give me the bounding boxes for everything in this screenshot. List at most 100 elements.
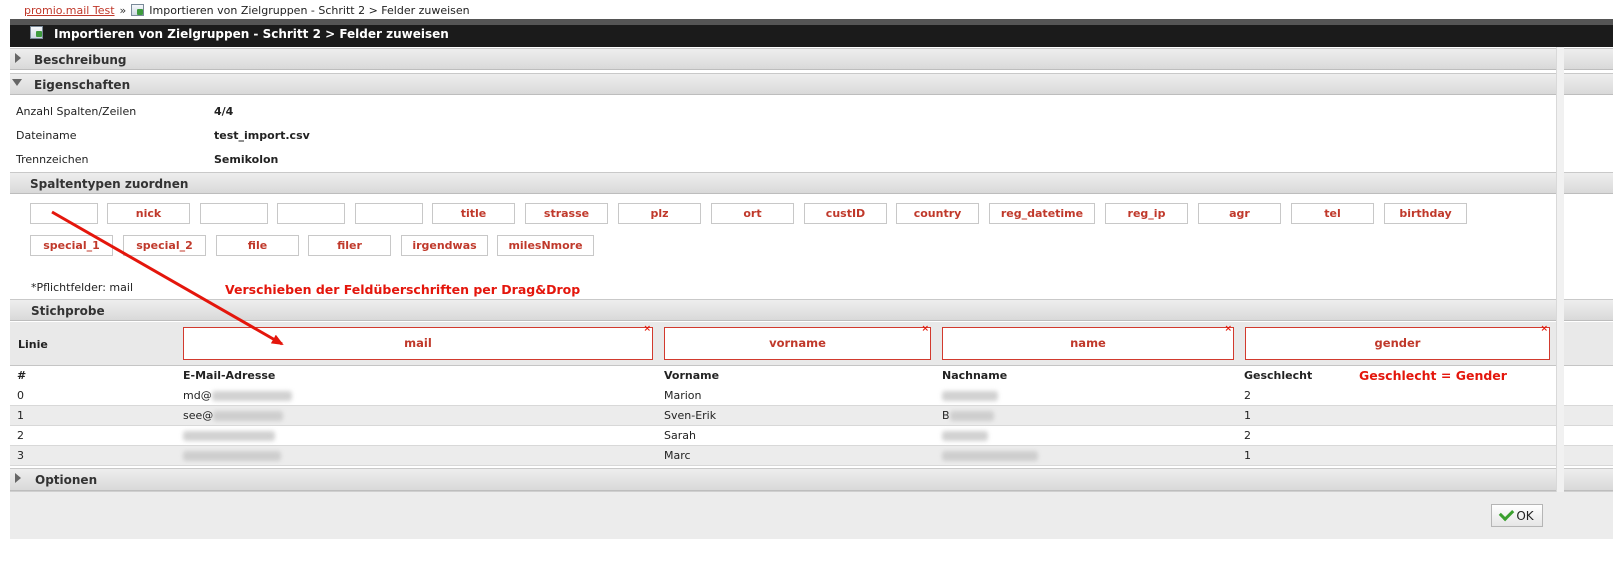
email-cell: see@ xyxy=(183,409,284,422)
column-type-chip[interactable]: irgendwas xyxy=(401,235,488,256)
mapped-field-mail[interactable]: mail × xyxy=(183,324,653,360)
property-value: 4/4 xyxy=(214,105,234,118)
section-eigenschaften[interactable]: Eigenschaften xyxy=(10,73,1613,95)
section-optionen-label: Optionen xyxy=(35,473,98,487)
expand-arrow-icon[interactable] xyxy=(15,473,21,483)
column-type-chip[interactable] xyxy=(277,203,345,224)
remove-field-icon[interactable]: × xyxy=(921,319,929,339)
table-row: 0 md@ Marion 2 xyxy=(10,386,1613,406)
column-header: Nachname xyxy=(942,369,1008,382)
title-bar-strip xyxy=(10,19,1613,25)
column-type-chip[interactable]: milesNmore xyxy=(497,235,594,256)
section-optionen[interactable]: Optionen xyxy=(10,468,1613,491)
email-cell: md@ xyxy=(183,389,292,402)
mapped-field-gender[interactable]: gender × xyxy=(1245,324,1550,360)
last-name-cell xyxy=(942,449,1038,462)
remove-field-icon[interactable]: × xyxy=(1224,319,1232,339)
first-name-cell: Marion xyxy=(664,389,702,402)
column-type-chip[interactable] xyxy=(355,203,423,224)
last-name-cell: B xyxy=(942,409,994,422)
redacted-blur xyxy=(213,411,284,421)
column-type-chip[interactable]: strasse xyxy=(525,203,608,224)
gender-cell: 2 xyxy=(1244,389,1251,402)
section-spaltentypen: Spaltentypen zuordnen xyxy=(10,172,1613,194)
property-value: Semikolon xyxy=(214,153,279,166)
breadcrumb-home-link[interactable]: promio.mail Test xyxy=(24,4,115,17)
mapped-field-vorname[interactable]: vorname × xyxy=(664,324,931,360)
ok-button-label: OK xyxy=(1516,508,1534,523)
collapse-arrow-icon[interactable] xyxy=(12,79,22,86)
row-index: 0 xyxy=(17,389,24,402)
property-label: Anzahl Spalten/Zeilen xyxy=(16,105,137,118)
section-eigenschaften-label: Eigenschaften xyxy=(34,78,131,92)
remove-field-icon[interactable]: × xyxy=(1540,319,1548,339)
column-type-chip[interactable]: file xyxy=(216,235,299,256)
remove-field-icon[interactable]: × xyxy=(643,319,651,339)
table-row: 2 Sarah 2 xyxy=(10,426,1613,446)
column-type-chip[interactable]: reg_datetime xyxy=(989,203,1095,224)
column-type-chip[interactable]: birthday xyxy=(1384,203,1467,224)
section-stichprobe-label: Stichprobe xyxy=(31,304,105,318)
column-type-chip[interactable]: filer xyxy=(308,235,391,256)
row-index: 2 xyxy=(17,429,24,442)
last-name-cell xyxy=(942,429,988,442)
redacted-blur xyxy=(949,411,994,421)
property-value: test_import.csv xyxy=(214,129,310,142)
column-type-chip[interactable]: ort xyxy=(711,203,794,224)
redacted-blur xyxy=(942,451,1038,461)
section-spaltentypen-label: Spaltentypen zuordnen xyxy=(30,177,189,191)
column-type-chip[interactable]: special_1 xyxy=(30,235,113,256)
column-type-chip[interactable]: tel xyxy=(1291,203,1374,224)
page-title: Importieren von Zielgruppen - Schritt 2 … xyxy=(54,27,449,41)
required-fields-note: *Pflichtfelder: mail xyxy=(31,281,133,294)
checkmark-icon xyxy=(1499,505,1515,522)
column-type-chip[interactable]: custID xyxy=(804,203,887,224)
redacted-blur xyxy=(183,431,275,441)
first-name-cell: Marc xyxy=(664,449,691,462)
mapped-field-label: vorname xyxy=(769,336,826,350)
section-stichprobe: Stichprobe xyxy=(10,299,1613,321)
column-type-chip[interactable]: reg_ip xyxy=(1105,203,1188,224)
import-title-icon xyxy=(30,26,43,39)
column-type-chip[interactable]: country xyxy=(896,203,979,224)
mapped-field-label: name xyxy=(1070,336,1106,350)
column-type-chip[interactable]: agr xyxy=(1198,203,1281,224)
section-beschreibung[interactable]: Beschreibung xyxy=(10,48,1613,70)
redacted-blur xyxy=(942,431,988,441)
gender-annotation: Geschlecht = Gender xyxy=(1359,368,1507,383)
footer-bar xyxy=(10,491,1613,539)
redacted-blur xyxy=(942,391,998,401)
redacted-blur xyxy=(183,451,281,461)
first-name-cell: Sarah xyxy=(664,429,696,442)
ok-button[interactable]: OK xyxy=(1491,504,1543,527)
breadcrumb-separator: » xyxy=(119,3,127,17)
linie-label: Linie xyxy=(18,338,48,351)
column-type-chip[interactable]: nick xyxy=(107,203,190,224)
email-cell xyxy=(183,449,281,462)
gender-cell: 1 xyxy=(1244,449,1251,462)
mapped-field-name[interactable]: name × xyxy=(942,324,1234,360)
column-type-chip[interactable] xyxy=(30,203,98,224)
column-type-chip[interactable]: title xyxy=(432,203,515,224)
last-name-cell xyxy=(942,389,998,402)
redacted-blur xyxy=(211,391,292,401)
email-cell xyxy=(183,429,275,442)
column-type-chip[interactable]: plz xyxy=(618,203,701,224)
column-type-chip[interactable] xyxy=(200,203,268,224)
table-row: 3 Marc 1 xyxy=(10,446,1613,466)
scrollbar[interactable] xyxy=(1556,47,1564,492)
property-label: Trennzeichen xyxy=(16,153,89,166)
page-title-bar: Importieren von Zielgruppen - Schritt 2 … xyxy=(10,19,1613,47)
breadcrumb-current: Importieren von Zielgruppen - Schritt 2 … xyxy=(149,3,470,17)
column-header: Geschlecht xyxy=(1244,369,1313,382)
row-index: 1 xyxy=(17,409,24,422)
gender-cell: 2 xyxy=(1244,429,1251,442)
column-header: E-Mail-Adresse xyxy=(183,369,276,382)
column-type-chip[interactable]: special_2 xyxy=(123,235,206,256)
import-page-icon xyxy=(131,4,145,16)
section-beschreibung-label: Beschreibung xyxy=(34,53,127,67)
expand-arrow-icon[interactable] xyxy=(15,53,21,63)
first-name-cell: Sven-Erik xyxy=(664,409,717,422)
gender-cell: 1 xyxy=(1244,409,1251,422)
mapped-field-label: mail xyxy=(404,336,432,350)
